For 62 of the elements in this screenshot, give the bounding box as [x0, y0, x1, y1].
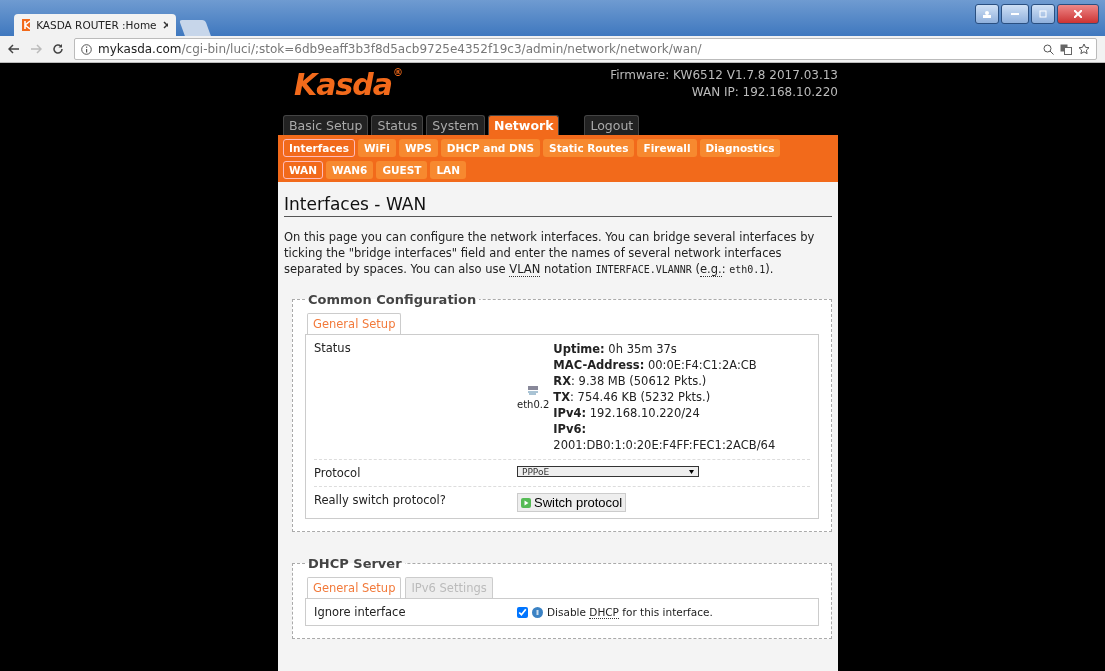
- firmware-version: Firmware: KW6512 V1.7.8 2017.03.13: [610, 67, 838, 84]
- submenu-tab[interactable]: Interfaces: [283, 139, 355, 157]
- network-port-icon: [527, 384, 540, 395]
- submenu-tab[interactable]: WPS: [398, 139, 438, 157]
- field-label: Really switch protocol?: [314, 493, 447, 509]
- maximize-icon: [1039, 10, 1047, 18]
- menu-tab[interactable]: System: [426, 115, 485, 135]
- brand-logo: Kasda®: [294, 67, 403, 104]
- protocol-select[interactable]: PPPoE: [517, 466, 699, 477]
- back-icon[interactable]: [8, 44, 20, 54]
- zoom-icon[interactable]: [1043, 43, 1054, 55]
- checkbox[interactable]: [517, 606, 528, 618]
- info-icon: [81, 43, 92, 55]
- menu-tab[interactable]: Basic Setup: [283, 115, 369, 135]
- interface-tab[interactable]: WAN: [283, 161, 324, 179]
- status-line: MAC-Address: 00:0E:F4:C1:2A:CB: [553, 357, 758, 373]
- maximize-button[interactable]: [1031, 4, 1055, 24]
- translate-icon[interactable]: [1060, 43, 1072, 55]
- user-icon: [982, 10, 992, 18]
- switch-protocol-button[interactable]: Switch protocol: [517, 493, 627, 512]
- logo-icon: [22, 19, 31, 31]
- interface-tab[interactable]: GUEST: [376, 161, 428, 179]
- logout-tab[interactable]: Logout: [584, 115, 640, 135]
- minimize-button[interactable]: [1001, 4, 1029, 24]
- status-line: 2001:DB0:1:0:20E:F4FF:FEC1:2ACB/64: [553, 437, 776, 453]
- submenu-tab[interactable]: Diagnostics: [699, 139, 781, 157]
- minimize-icon: [1011, 12, 1019, 16]
- field-label: Protocol: [314, 466, 362, 480]
- star-icon[interactable]: [1078, 43, 1090, 55]
- new-tab-button[interactable]: [179, 20, 211, 36]
- section-tab[interactable]: General Setup: [307, 313, 402, 334]
- browser-tab[interactable]: KASDA ROUTER :Home: [14, 14, 176, 36]
- wan-ip: WAN IP: 192.168.10.220: [690, 84, 838, 101]
- interface-tab[interactable]: WAN6: [326, 161, 374, 179]
- page-title: Interfaces - WAN: [284, 194, 832, 217]
- close-button[interactable]: [1057, 4, 1099, 24]
- interface-tab[interactable]: LAN: [430, 161, 467, 179]
- status-line: Uptime: 0h 35m 37s: [553, 341, 678, 357]
- reload-icon[interactable]: [52, 43, 64, 55]
- play-icon: [521, 497, 531, 508]
- device-name: eth0.2: [517, 398, 550, 410]
- field-label: Status: [314, 341, 352, 357]
- page-description: On this page you can configure the network interfaces. You can bridge several interfaces by ticking the "bridge interfaces" field and enter the names of several network interfaces separated by spaces. You can also use VLAN notation INTERFACE.VLANNR (e.g.: eth0.1).: [284, 229, 816, 278]
- submenu-tab[interactable]: Firewall: [637, 139, 697, 157]
- address-bar[interactable]: mykasda.com/cgi-bin/luci/;stok=6db9eaff3b3f8d5acb9725e4352f19c3/admin/network/network/wan/: [74, 38, 1097, 60]
- menu-tab[interactable]: Network: [487, 115, 560, 135]
- menu-tab[interactable]: Status: [371, 115, 424, 135]
- submenu-tab[interactable]: Static Routes: [543, 139, 635, 157]
- section-tab[interactable]: General Setup: [307, 577, 402, 598]
- status-line: IPv6:: [553, 421, 588, 437]
- caret-icon: [689, 469, 694, 474]
- status-line: IPv4: 192.168.10.220/24: [553, 405, 701, 421]
- section-title: DHCP Server: [307, 556, 403, 571]
- section-title: Common Configuration: [307, 292, 478, 307]
- help-icon: [532, 606, 543, 618]
- status-line: TX: 754.46 KB (5232 Pkts.): [553, 389, 712, 405]
- field-label: Ignore interface: [314, 605, 407, 619]
- field-description: Disable DHCP for this interface.: [547, 606, 713, 618]
- submenu-tab[interactable]: DHCP and DNS: [440, 139, 541, 157]
- status-line: RX: 9.38 MB (50612 Pkts.): [553, 373, 708, 389]
- user-button[interactable]: [975, 4, 999, 24]
- submenu-tab[interactable]: WiFi: [357, 139, 396, 157]
